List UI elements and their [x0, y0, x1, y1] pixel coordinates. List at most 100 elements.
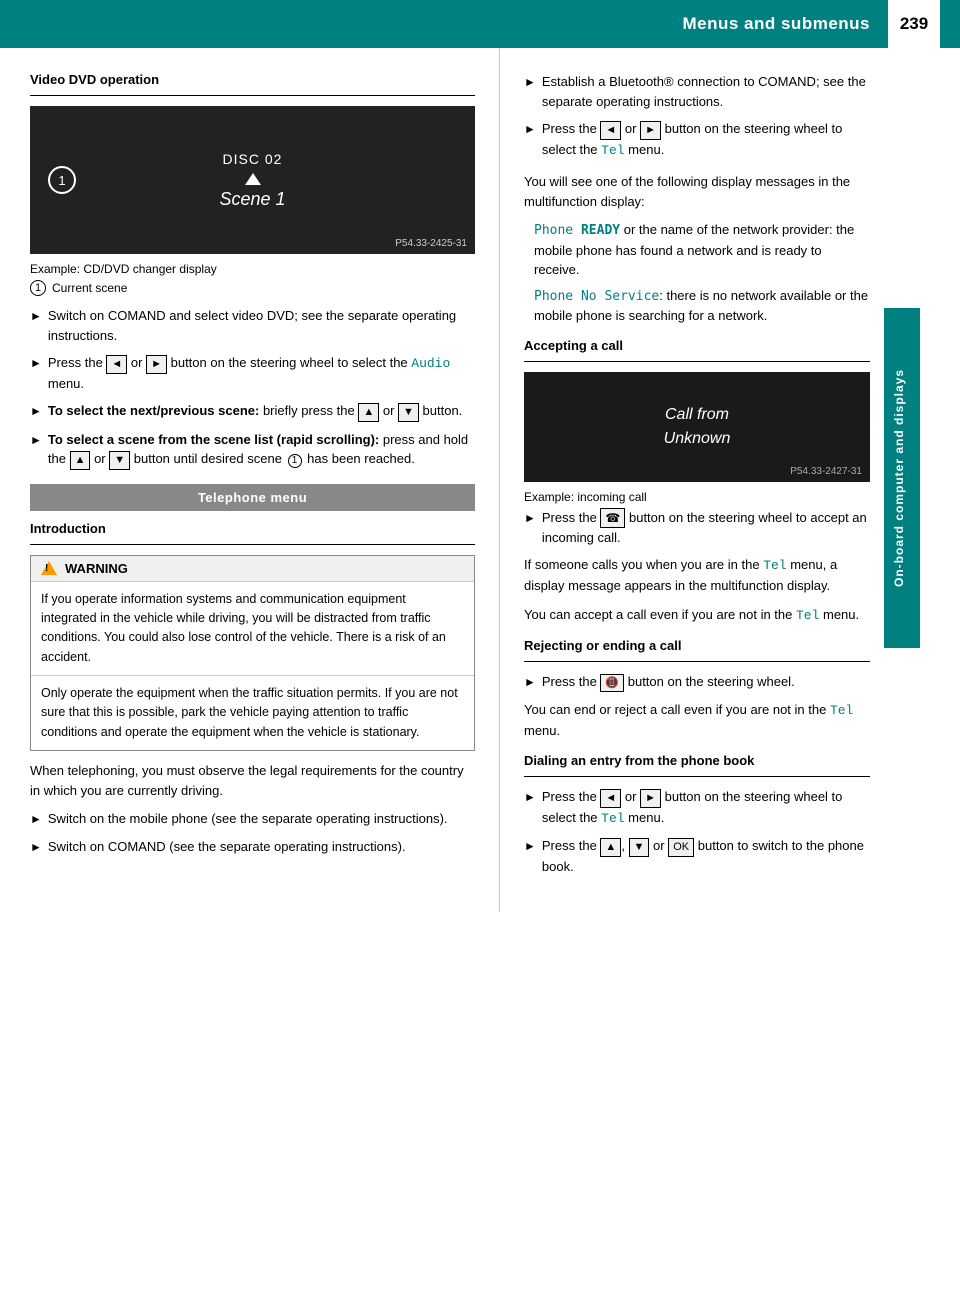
arrow-icon-tel1: ► [30, 810, 42, 828]
dial-bullet1-content: Press the ◄ or ► button on the steering … [542, 787, 870, 828]
call-display-text: Call from Unknown [664, 403, 731, 451]
arrow-icon-bt1: ► [524, 73, 536, 91]
bt-bullet1-text: Establish a Bluetooth® connection to COM… [542, 72, 870, 111]
dvd-caption2-text: Current scene [52, 281, 127, 295]
arrow-icon-reject: ► [524, 673, 536, 691]
dvd-triangle-icon [245, 173, 261, 185]
bt-bullet2-mid: or [621, 121, 640, 136]
bt-bullet2: ► Press the ◄ or ► button on the steerin… [524, 119, 870, 160]
accept-para1: If someone calls you when you are in the… [524, 555, 870, 596]
btn-right-1: ► [146, 355, 167, 374]
warning-body2: Only operate the equipment when the traf… [31, 675, 474, 750]
dial-bullet2: ► Press the ▲, ▼ or OK button to switch … [524, 836, 870, 876]
accept-para2-prefix: You can accept a call even if you are no… [524, 607, 796, 622]
dvd-bullet4-bold: To select a scene from the scene list (r… [48, 432, 379, 447]
accept-bullet: ► Press the ☎ button on the steering whe… [524, 508, 870, 548]
btn-left-1: ◄ [106, 355, 127, 374]
bluetooth-section: ► Establish a Bluetooth® connection to C… [524, 72, 870, 160]
accept-para2: You can accept a call even if you are no… [524, 605, 870, 626]
divider-dial [524, 776, 870, 777]
btn-up-1: ▲ [358, 403, 379, 422]
reject-para1-prefix: You can end or reject a call even if you… [524, 702, 830, 717]
dvd-bullet4-end-prefix: button until desired scene [130, 451, 285, 466]
dvd-bullet4-mid: or [90, 451, 109, 466]
arrow-icon-3: ► [30, 402, 42, 420]
btn-down-1: ▼ [398, 403, 419, 422]
arrow-icon-accept: ► [524, 509, 536, 527]
main-layout: Video DVD operation DISC 02 1 Scene 1 P5… [0, 48, 960, 912]
dial-bullet2-content: Press the ▲, ▼ or OK button to switch to… [542, 836, 870, 876]
divider-intro [30, 544, 475, 545]
dvd-bullet2-end: menu. [48, 376, 84, 391]
dvd-bullet3-content: To select the next/previous scene: brief… [48, 401, 462, 422]
divider-accept [524, 361, 870, 362]
display-messages-list: Phone READY or the name of the network p… [524, 220, 870, 326]
accepting-call-section: Accepting a call Call from Unknown P54.3… [524, 338, 870, 626]
dial-b1-mono: Tel [601, 811, 624, 826]
dvd-disc-label: DISC 02 [223, 151, 283, 167]
msg2: Phone No Service: there is no network av… [534, 286, 870, 326]
tel-bullet2-text: Switch on COMAND (see the separate opera… [48, 837, 406, 857]
btn-ok-dial: OK [668, 838, 694, 857]
btn-left-dial: ◄ [600, 789, 621, 808]
btn-up-2: ▲ [70, 451, 91, 470]
warning-body1: If you operate information systems and c… [31, 582, 474, 676]
dvd-bullet2-suffix: button on the steering wheel to select t… [167, 355, 411, 370]
reject-para1: You can end or reject a call even if you… [524, 700, 870, 741]
video-dvd-title: Video DVD operation [30, 72, 475, 87]
msg1-mono: Phone READY [534, 223, 620, 238]
dvd-caption2: 1 Current scene [30, 280, 475, 296]
left-column: Video DVD operation DISC 02 1 Scene 1 P5… [0, 48, 500, 912]
arrow-icon-dial1: ► [524, 788, 536, 806]
accept-prefix: Press the [542, 510, 601, 525]
warning-triangle-icon [41, 561, 57, 575]
reject-suffix: button on the steering wheel. [624, 674, 795, 689]
dvd-bullet4: ► To select a scene from the scene list … [30, 430, 475, 470]
accepting-call-title: Accepting a call [524, 338, 870, 353]
dvd-scene-label: Scene 1 [219, 189, 285, 210]
dial-b1-prefix: Press the [542, 789, 601, 804]
call-display-image: Call from Unknown P54.33-2427-31 [524, 372, 870, 482]
dial-b2-mid2: or [649, 838, 668, 853]
reject-phone-icon: 📵 [600, 674, 624, 693]
warning-header: WARNING [31, 556, 474, 582]
call-line1: Call from [664, 403, 731, 427]
dvd-bullet2-content: Press the ◄ or ► button on the steering … [48, 353, 475, 393]
accept-para1-prefix: If someone calls you when you are in the [524, 557, 763, 572]
tel-paragraph1: When telephoning, you must observe the l… [30, 761, 475, 801]
header-title: Menus and submenus [682, 14, 870, 34]
accept-phone-icon: ☎ [600, 508, 625, 528]
tel-menu-box: Telephone menu [30, 484, 475, 511]
dvd-bullet3-end: button. [419, 403, 462, 418]
dvd-caption1: Example: CD/DVD changer display [30, 262, 475, 276]
reject-para1-end: menu. [524, 723, 560, 738]
bt-bullet2-end: menu. [625, 142, 665, 157]
dvd-bullet1: ► Switch on COMAND and select video DVD;… [30, 306, 475, 345]
dvd-bullet2-mid: or [127, 355, 146, 370]
btn-down-dial: ▼ [629, 838, 650, 857]
dvd-bullet3: ► To select the next/previous scene: bri… [30, 401, 475, 422]
arrow-icon-2: ► [30, 354, 42, 372]
dial-b2-prefix: Press the [542, 838, 601, 853]
dial-bullet1: ► Press the ◄ or ► button on the steerin… [524, 787, 870, 828]
dvd-part-number: P54.33-2425-31 [395, 238, 467, 249]
video-dvd-section: Video DVD operation DISC 02 1 Scene 1 P5… [30, 72, 475, 470]
dvd-bullet4-content: To select a scene from the scene list (r… [48, 430, 475, 470]
dialing-section: Dialing an entry from the phone book ► P… [524, 753, 870, 876]
dvd-bullet3-text: briefly press the [259, 403, 358, 418]
btn-down-2: ▼ [109, 451, 130, 470]
btn-up-dial: ▲ [600, 838, 621, 857]
dvd-display-image: DISC 02 1 Scene 1 P54.33-2425-31 [30, 106, 475, 254]
call-line2: Unknown [664, 427, 731, 451]
arrow-icon-4: ► [30, 431, 42, 449]
dial-b2-mid1: , [621, 838, 628, 853]
tel-bullet1-text: Switch on the mobile phone (see the sepa… [48, 809, 448, 829]
reject-prefix: Press the [542, 674, 601, 689]
bt-bullet2-prefix: Press the [542, 121, 601, 136]
bt-bullet2-content: Press the ◄ or ► button on the steering … [542, 119, 870, 160]
arrow-icon-1: ► [30, 307, 42, 325]
btn-left-bt: ◄ [600, 121, 621, 140]
dvd-bullet2-prefix: Press the [48, 355, 107, 370]
telephone-menu-section: Telephone menu Introduction WARNING If y… [30, 484, 475, 857]
right-column: ► Establish a Bluetooth® connection to C… [500, 48, 920, 912]
